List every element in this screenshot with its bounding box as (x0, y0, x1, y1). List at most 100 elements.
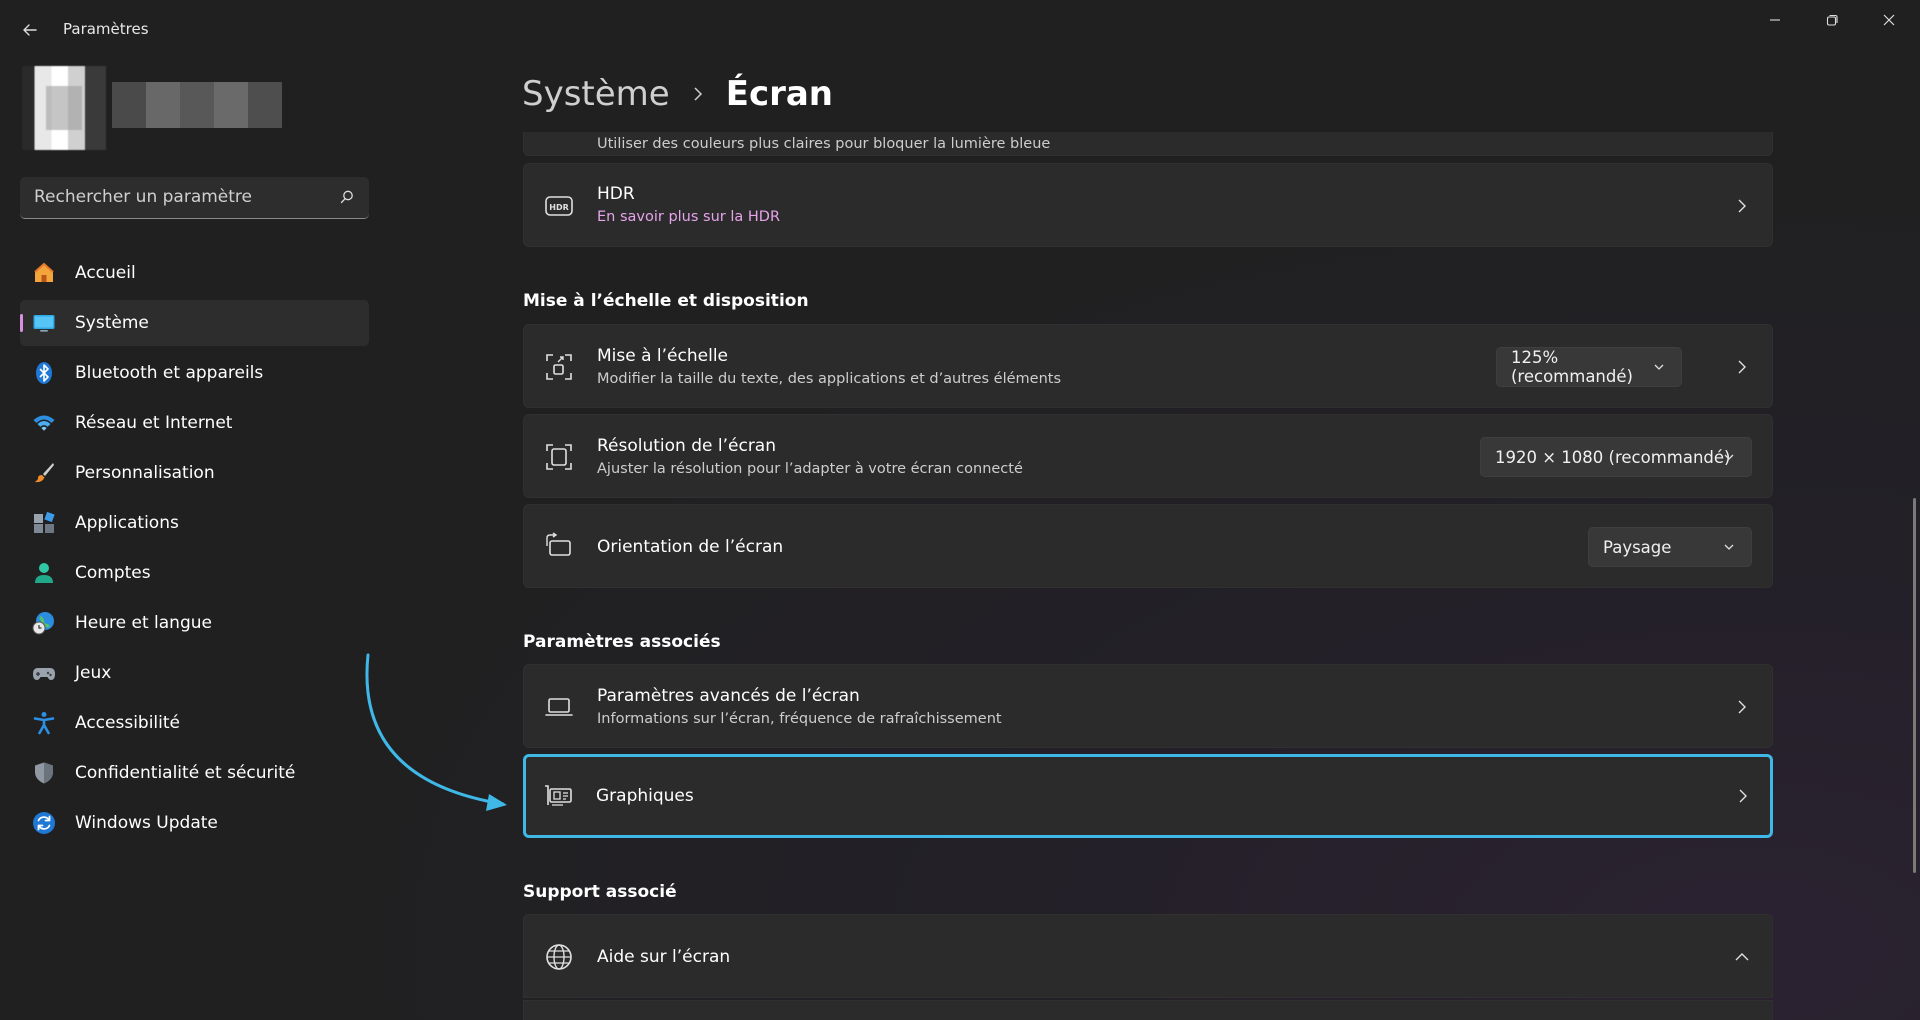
chevron-right-icon (1738, 700, 1746, 714)
svg-text:HDR: HDR (549, 203, 569, 212)
sidebar-item-label: Confidentialité et sécurité (75, 763, 296, 783)
sidebar-item-jeux[interactable]: Jeux (20, 650, 369, 696)
card-title: Orientation de l’écran (597, 537, 784, 557)
night-light-card[interactable]: Utiliser des couleurs plus claires pour … (523, 132, 1773, 156)
search-box[interactable] (20, 177, 369, 219)
back-button[interactable] (16, 16, 44, 44)
sidebar-item-confidentialite[interactable]: Confidentialité et sécurité (20, 750, 369, 796)
display-help-card[interactable]: Aide sur l’écran (523, 914, 1773, 998)
scale-dropdown[interactable]: 125% (recommandé) (1496, 347, 1682, 387)
breadcrumb-parent[interactable]: Système (522, 74, 670, 114)
dropdown-value: Paysage (1603, 537, 1672, 557)
bluetooth-icon (36, 362, 52, 384)
sidebar-item-reseau[interactable]: Réseau et Internet (20, 400, 369, 446)
sidebar-item-label: Comptes (75, 563, 151, 583)
card-subtitle: Ajuster la résolution pour l’adapter à v… (597, 461, 1023, 477)
section-title-support: Support associé (523, 882, 677, 902)
graphics-card-icon (545, 785, 572, 806)
sidebar-item-bluetooth[interactable]: Bluetooth et appareils (20, 350, 369, 396)
restore-icon (1826, 14, 1838, 26)
sidebar-item-windows-update[interactable]: Windows Update (20, 800, 369, 846)
resolution-icon (546, 444, 572, 470)
sidebar-item-label: Bluetooth et appareils (75, 363, 264, 383)
hdr-icon: HDR (545, 196, 573, 216)
chevron-right-icon (1739, 789, 1747, 803)
sidebar-item-label: Personnalisation (75, 463, 215, 483)
search-icon[interactable] (339, 189, 355, 205)
globe-clock-icon (32, 612, 54, 635)
settings-content: Utiliser des couleurs plus claires pour … (523, 132, 1773, 1020)
sidebar-item-comptes[interactable]: Comptes (20, 550, 369, 596)
sidebar-item-label: Réseau et Internet (75, 413, 233, 433)
scale-icon (546, 354, 572, 380)
hdr-card[interactable]: HDR HDR En savoir plus sur la HDR (523, 163, 1773, 247)
chevron-up-icon[interactable] (1734, 949, 1750, 965)
sidebar-item-label: Accueil (75, 263, 136, 283)
sidebar-item-personnalisation[interactable]: Personnalisation (20, 450, 369, 496)
card-subtitle: Informations sur l’écran, fréquence de r… (597, 711, 1002, 727)
avatar (22, 66, 106, 150)
sidebar-item-label: Windows Update (75, 813, 218, 833)
close-button[interactable] (1866, 6, 1912, 34)
sidebar-nav: Accueil Système Bluetooth et appareils R… (20, 250, 369, 850)
laptop-icon (545, 698, 573, 716)
dropdown-value: 1920 × 1080 (recommandé) (1495, 447, 1731, 467)
title-bar: Paramètres (0, 0, 1920, 60)
chevron-down-icon (1724, 454, 1734, 460)
advanced-display-card[interactable]: Paramètres avancés de l’écran Informatio… (523, 664, 1773, 748)
annotation-arrow (365, 653, 507, 811)
card-title: HDR (597, 184, 635, 204)
orientation-card[interactable]: Orientation de l’écran Paysage (523, 504, 1773, 588)
scale-card[interactable]: Mise à l’échelle Modifier la taille du t… (523, 324, 1773, 408)
globe-icon (546, 944, 572, 970)
orientation-icon (546, 532, 571, 556)
sidebar-item-label: Système (75, 313, 149, 333)
orientation-dropdown[interactable]: Paysage (1588, 527, 1752, 567)
chevron-right-icon (694, 87, 702, 101)
resolution-card[interactable]: Résolution de l’écran Ajuster la résolut… (523, 414, 1773, 498)
breadcrumb: Système Écran (522, 70, 833, 118)
gamepad-icon (33, 668, 55, 680)
monitor-icon (33, 315, 55, 332)
username-redacted (112, 82, 282, 128)
card-title: Graphiques (596, 786, 694, 806)
shield-icon (35, 762, 53, 784)
card-title: Paramètres avancés de l’écran (597, 686, 860, 706)
card-subtitle: Utiliser des couleurs plus claires pour … (597, 136, 1051, 152)
chevron-down-icon (1654, 364, 1664, 370)
back-arrow-icon (23, 24, 37, 36)
resolution-dropdown[interactable]: 1920 × 1080 (recommandé) (1480, 437, 1752, 477)
app-title: Paramètres (63, 20, 149, 38)
card-title: Aide sur l’écran (597, 947, 731, 967)
account-icon (35, 563, 53, 583)
home-icon (34, 262, 54, 282)
sidebar-item-label: Applications (75, 513, 179, 533)
page-title: Écran (725, 74, 834, 114)
brush-icon (35, 463, 54, 483)
chevron-right-icon[interactable] (1734, 359, 1750, 375)
sidebar-item-heure[interactable]: Heure et langue (20, 600, 369, 646)
section-title-scaling: Mise à l’échelle et disposition (523, 291, 809, 311)
minimize-icon (1770, 19, 1780, 21)
restore-button[interactable] (1809, 6, 1855, 34)
hdr-learn-more-link[interactable]: En savoir plus sur la HDR (597, 209, 780, 225)
graphics-card[interactable]: Graphiques (523, 754, 1773, 838)
minimize-button[interactable] (1752, 6, 1798, 34)
user-profile[interactable] (8, 64, 282, 154)
search-input[interactable] (20, 177, 320, 217)
card-title: Mise à l’échelle (597, 346, 729, 366)
section-title-related: Paramètres associés (523, 632, 721, 652)
sidebar-item-label: Jeux (75, 663, 112, 683)
apps-icon (34, 511, 55, 533)
sidebar-item-accessibilite[interactable]: Accessibilité (20, 700, 369, 746)
close-icon (1883, 14, 1895, 26)
card-title: Résolution de l’écran (597, 436, 776, 456)
sidebar-item-applications[interactable]: Applications (20, 500, 369, 546)
scrollbar-thumb[interactable] (1913, 498, 1916, 873)
card-subtitle: Modifier la taille du texte, des applica… (597, 371, 1062, 387)
sidebar-item-systeme[interactable]: Système (20, 300, 369, 346)
sidebar-item-label: Heure et langue (75, 613, 212, 633)
sidebar-item-accueil[interactable]: Accueil (20, 250, 369, 296)
display-help-expanded (523, 1000, 1773, 1020)
update-icon (33, 812, 55, 834)
